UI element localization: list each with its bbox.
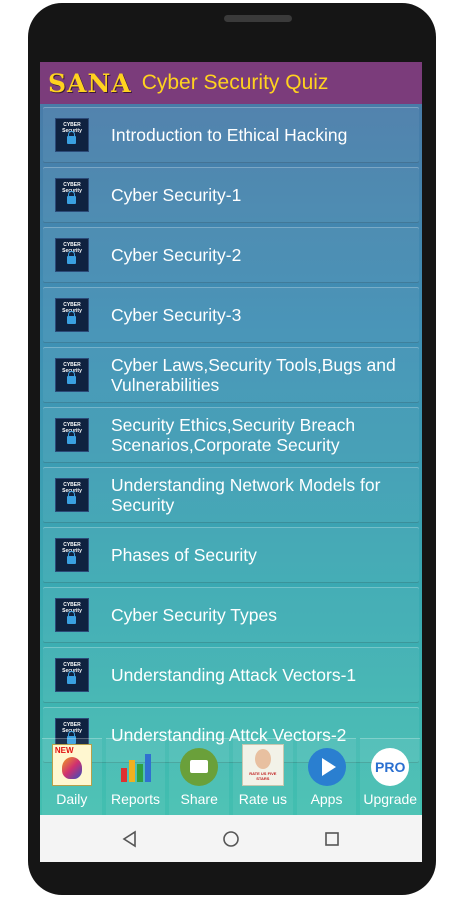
app-header: SANA Cyber Security Quiz (40, 62, 422, 104)
list-item-label: Cyber Security-3 (111, 305, 242, 325)
rate-stars-icon: RATE US FIVE STARS (241, 744, 284, 786)
back-triangle-icon[interactable] (110, 819, 150, 859)
bar-chart-icon (117, 748, 155, 786)
envelope-icon (180, 748, 219, 786)
page-title: Cyber Security Quiz (141, 71, 329, 94)
daily-button[interactable]: NEW Daily (42, 738, 102, 815)
home-circle-icon[interactable] (211, 819, 251, 859)
brand-logo: SANA (48, 68, 132, 98)
share-button[interactable]: Share (169, 738, 230, 815)
topic-list: CYBERSecurity Introduction to Ethical Ha… (43, 107, 419, 767)
list-item[interactable]: CYBERSecurity Introduction to Ethical Ha… (43, 107, 419, 163)
list-item-label: Introduction to Ethical Hacking (111, 125, 348, 145)
list-item-label: Understanding Attack Vectors-1 (111, 665, 357, 685)
cyber-security-icon: CYBERSecurity (55, 598, 89, 632)
cyber-security-icon: CYBERSecurity (55, 178, 89, 212)
cyber-security-icon: CYBERSecurity (55, 418, 89, 452)
list-item-label: Cyber Security Types (111, 605, 277, 625)
cyber-security-icon: CYBERSecurity (55, 118, 89, 152)
list-item[interactable]: CYBERSecurity Cyber Security Types (43, 587, 419, 643)
list-item[interactable]: CYBERSecurity Cyber Laws,Security Tools,… (43, 347, 419, 403)
list-item-label: Cyber Security-1 (111, 185, 242, 205)
app-container: SANA Cyber Security Quiz CYBERSecurity I… (40, 62, 422, 815)
system-nav-bar (40, 815, 422, 862)
list-item-label: Security Ethics,Security Breach Scenario… (111, 415, 356, 455)
list-item[interactable]: CYBERSecurity Cyber Security-3 (43, 287, 419, 343)
cyber-security-icon: CYBERSecurity (55, 238, 89, 272)
cyber-security-icon: CYBERSecurity (55, 478, 89, 512)
rate-label: Rate us (238, 791, 287, 807)
pro-badge-icon: PRO (371, 748, 410, 786)
list-item[interactable]: CYBERSecurity Understanding Network Mode… (43, 467, 419, 523)
cyber-security-icon: CYBERSecurity (55, 538, 89, 572)
list-item-label: Phases of Security (111, 545, 257, 565)
reports-button[interactable]: Reports (105, 738, 166, 815)
reports-label: Reports (110, 791, 161, 807)
list-item[interactable]: CYBERSecurity Cyber Security-1 (43, 167, 419, 223)
upgrade-button[interactable]: PRO Upgrade (360, 738, 421, 815)
new-parrot-icon: NEW (51, 744, 92, 786)
list-item[interactable]: CYBERSecurity Understanding Attack Vecto… (43, 647, 419, 703)
list-item-label: Cyber Laws,Security Tools,Bugs and Vulne… (111, 355, 396, 395)
apps-label: Apps (310, 791, 343, 807)
bottom-action-bar: NEW Daily Reports Share RATE US FIVE STA… (40, 738, 422, 815)
screen: SANA Cyber Security Quiz CYBERSecurity I… (40, 62, 422, 862)
play-store-icon (307, 748, 346, 786)
recents-square-icon[interactable] (312, 819, 352, 859)
cyber-security-icon: CYBERSecurity (55, 298, 89, 332)
speaker-slot (224, 15, 292, 22)
list-item[interactable]: CYBERSecurity Cyber Security-2 (43, 227, 419, 283)
list-item[interactable]: CYBERSecurity Security Ethics,Security B… (43, 407, 419, 463)
cyber-security-icon: CYBERSecurity (55, 658, 89, 692)
cyber-security-icon: CYBERSecurity (55, 358, 89, 392)
list-item[interactable]: CYBERSecurity Phases of Security (43, 527, 419, 583)
list-item-label: Cyber Security-2 (111, 245, 242, 265)
rate-button[interactable]: RATE US FIVE STARS Rate us (233, 738, 293, 815)
daily-label: Daily (56, 791, 88, 807)
share-label: Share (180, 791, 218, 807)
list-item-label: Understanding Network Models for Securit… (111, 475, 381, 515)
apps-button[interactable]: Apps (296, 738, 357, 815)
upgrade-label: Upgrade (363, 791, 418, 807)
